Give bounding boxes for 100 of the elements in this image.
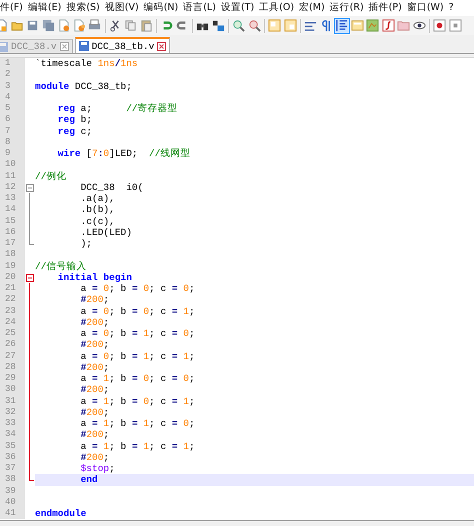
code-line: a = 0; b = 0; c = 1; <box>80 306 195 317</box>
code-line: end <box>80 474 98 486</box>
code-line: #200; <box>80 339 110 350</box>
line-number: 18 <box>0 249 25 260</box>
line-number: 41 <box>0 508 25 520</box>
menu-item[interactable]: 宏(M) <box>299 1 325 15</box>
code-line: .b(b), <box>80 204 115 216</box>
line-number: 38 <box>0 474 25 486</box>
code-line: #200; <box>80 406 110 418</box>
line-number: 26 <box>0 339 25 350</box>
code-line: .c(c), <box>80 216 115 227</box>
line-number: 27 <box>0 350 25 362</box>
code-line: a = 1; b = 0; c = 0; <box>80 373 195 384</box>
line-number: 16 <box>0 226 25 238</box>
line-number: 10 <box>0 159 25 170</box>
line-number: 28 <box>0 362 25 373</box>
code-line: reg b; <box>56 114 92 126</box>
menu-item[interactable]: 工具(O) <box>259 1 294 15</box>
fold-toggle-icon[interactable] <box>26 184 34 192</box>
menu-item[interactable]: 件(F) <box>0 1 23 15</box>
code-line: endmodule <box>35 508 86 520</box>
code-line: .a(a), <box>80 193 115 204</box>
fold-toggle-icon[interactable] <box>26 274 34 282</box>
line-number: 32 <box>0 406 25 418</box>
line-number: 40 <box>0 496 25 508</box>
line-number: 15 <box>0 216 25 227</box>
line-number: 35 <box>0 440 25 452</box>
menu-item[interactable]: 视图(V) <box>104 1 139 15</box>
line-number: 31 <box>0 396 25 407</box>
code-line: $stop; <box>80 463 115 474</box>
line-number: 39 <box>0 486 25 497</box>
code-line: //信号输入 <box>35 260 86 272</box>
line-number: 3 <box>0 80 25 92</box>
line-number: 34 <box>0 429 25 440</box>
tab-label: DCC_38.v <box>11 41 57 52</box>
menu-item[interactable]: 编辑(E) <box>28 1 62 15</box>
line-number: 20 <box>0 272 25 283</box>
line-number: 1 <box>0 58 25 70</box>
code-line: a = 1; b = 1; c = 0; <box>80 418 195 430</box>
code-line: a = 1; b = 0; c = 1; <box>80 396 195 407</box>
line-number: 13 <box>0 193 25 204</box>
code-line: DCC_38 i0( <box>80 182 144 193</box>
code-line: module DCC_38_tb; <box>35 80 132 92</box>
line-number: 8 <box>0 136 25 148</box>
save-icon <box>0 42 8 52</box>
close-icon[interactable] <box>157 42 166 50</box>
menu-item[interactable]: 运行(R) <box>330 1 364 15</box>
code-line: reg c; <box>56 126 92 137</box>
code-line: #200; <box>80 362 110 373</box>
line-number: 6 <box>0 114 25 126</box>
tab-label: DCC_38_tb.v <box>92 40 154 52</box>
menu-item[interactable]: 插件(P) <box>368 1 402 15</box>
save-all-icon[interactable] <box>40 18 56 34</box>
code-line: a = 0; b = 0; c = 0; <box>80 283 195 294</box>
panel-icon[interactable] <box>350 18 365 34</box>
code-line: reg a; //寄存器型 <box>56 103 178 114</box>
menu-item[interactable]: ? <box>448 1 454 15</box>
menu-item[interactable]: 语言(L) <box>183 1 216 15</box>
line-number: 14 <box>0 204 25 216</box>
code-line: #200; <box>80 294 110 306</box>
line-number: 12 <box>0 182 25 193</box>
line-number: 11 <box>0 170 25 182</box>
line-number: 17 <box>0 238 25 250</box>
line-number: 4 <box>0 92 25 103</box>
file-tab[interactable]: DCC_38_tb.v <box>74 37 170 53</box>
stop-icon[interactable] <box>448 18 463 34</box>
menu-item[interactable]: 设置(T) <box>220 1 254 15</box>
menu-item[interactable]: 搜索(S) <box>66 1 100 15</box>
paste-icon[interactable] <box>138 18 154 34</box>
line-number: 24 <box>0 316 25 328</box>
line-number: 2 <box>0 69 25 80</box>
menu-item[interactable]: 编码(N) <box>144 1 178 15</box>
code-line: #200; <box>80 452 110 463</box>
zoom-out-icon[interactable] <box>246 18 262 34</box>
code-line: a = 1; b = 1; c = 1; <box>80 440 195 452</box>
line-number: 25 <box>0 328 25 340</box>
line-number: 30 <box>0 384 25 396</box>
code-line: //例化 <box>35 170 66 182</box>
line-number: 5 <box>0 103 25 114</box>
line-number: 36 <box>0 452 25 463</box>
line-number: 22 <box>0 294 25 306</box>
function-icon[interactable] <box>380 18 396 34</box>
code-line: #200; <box>80 316 110 328</box>
code-line: a = 0; b = 1; c = 1; <box>80 350 195 362</box>
code-line: wire [7:0]LED; //线网型 <box>56 148 190 160</box>
indent-guide-icon[interactable] <box>334 18 350 34</box>
line-number: 23 <box>0 306 25 317</box>
save-icon <box>78 41 89 51</box>
line-number: 33 <box>0 418 25 430</box>
code-line: #200; <box>80 429 110 440</box>
code-line: #200; <box>80 384 110 396</box>
close-icon[interactable] <box>60 42 69 51</box>
menu-item[interactable]: 窗口(W) <box>406 1 444 15</box>
record-icon[interactable] <box>432 18 448 34</box>
code-line: a = 0; b = 1; c = 0; <box>80 328 195 340</box>
code-line: .LED(LED) <box>80 226 132 238</box>
zoom-in-icon[interactable] <box>231 18 246 34</box>
document-map-icon[interactable] <box>365 18 380 34</box>
line-number: 7 <box>0 126 25 137</box>
line-number: 21 <box>0 283 25 294</box>
